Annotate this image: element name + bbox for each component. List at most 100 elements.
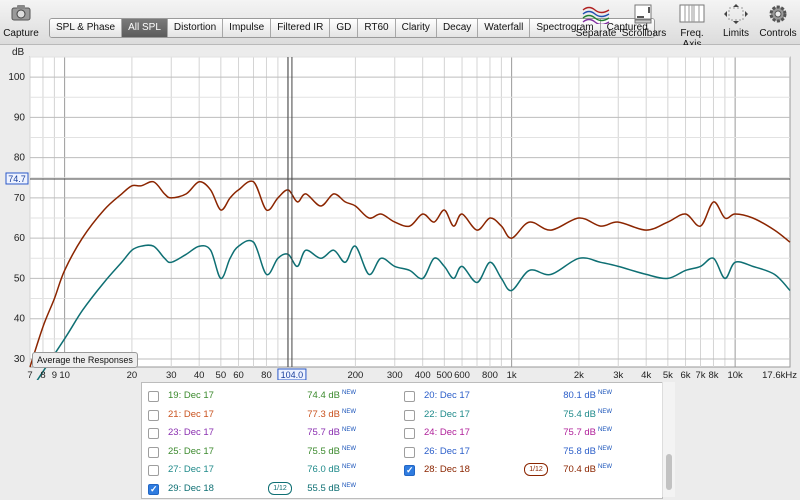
tab-impulse[interactable]: Impulse: [223, 19, 272, 37]
measurement-row[interactable]: 26: Dec 17 75.8 dB NEW: [404, 443, 654, 461]
controls-label: Controls: [759, 28, 797, 39]
x-tick-label: 600: [454, 370, 470, 380]
x-tick-label: 5k: [663, 370, 673, 380]
measurement-checkbox[interactable]: [148, 446, 159, 458]
measurement-checkbox[interactable]: [148, 391, 159, 402]
measurement-name[interactable]: 22: Dec 17: [424, 406, 470, 424]
measurement-name[interactable]: 28: Dec 18: [424, 461, 470, 479]
new-badge: NEW: [598, 427, 612, 433]
measurement-row[interactable]: 20: Dec 17 80.1 dB NEW: [404, 387, 654, 405]
x-tick-label: 200: [347, 370, 363, 380]
measurement-list-scrollbar[interactable]: [662, 382, 675, 497]
separate-icon: [574, 4, 618, 26]
y-tick-label: 70: [14, 193, 26, 204]
measurement-row[interactable]: 24: Dec 17 75.7 dB NEW: [404, 424, 654, 442]
tab-spl-phase[interactable]: SPL & Phase: [50, 19, 123, 37]
y-tick-label: 50: [14, 273, 26, 284]
x-tick-label: 60: [233, 370, 244, 380]
tab-all-spl[interactable]: All SPL: [122, 19, 168, 37]
new-badge: NEW: [598, 390, 612, 396]
cursor-x-value: 104.0: [281, 370, 304, 380]
measurement-name[interactable]: 26: Dec 17: [424, 443, 470, 461]
x-tick-label: 50: [216, 370, 227, 380]
measurement-checkbox[interactable]: [148, 465, 159, 476]
x-tick-label: 4k: [641, 370, 651, 380]
measurement-row[interactable]: 27: Dec 17 76.0 dB NEW: [148, 461, 398, 479]
separate-button[interactable]: Separate: [574, 4, 618, 39]
x-tick-label: 2k: [574, 370, 584, 380]
tab-distortion[interactable]: Distortion: [167, 19, 224, 37]
new-badge: NEW: [342, 464, 356, 470]
measurement-row[interactable]: 28: Dec 181/1270.4 dBNEW: [404, 461, 654, 479]
y-tick-label: 40: [14, 314, 26, 325]
measurement-row[interactable]: 19: Dec 17 74.4 dB NEW: [148, 387, 398, 405]
tab-clarity[interactable]: Clarity: [395, 19, 437, 37]
x-tick-label: 500: [436, 370, 452, 380]
measurement-name[interactable]: 19: Dec 17: [168, 387, 214, 405]
measurement-name[interactable]: 27: Dec 17: [168, 461, 214, 479]
tab-gd[interactable]: GD: [330, 19, 359, 37]
x-tick-label: 30: [166, 370, 177, 380]
measurement-level: 75.4 dB: [563, 408, 596, 420]
limits-icon: [718, 4, 754, 26]
tab-filtered-ir[interactable]: Filtered IR: [271, 19, 331, 37]
measurement-checkbox[interactable]: [148, 409, 159, 421]
scrollbar-thumb[interactable]: [666, 454, 672, 490]
separate-label: Separate: [575, 28, 617, 39]
spl-graph-svg: 30405060708090100 7891020304050608010020…: [0, 45, 800, 392]
measurement-row[interactable]: 25: Dec 17 75.5 dB NEW: [148, 443, 398, 461]
measurement-checkbox[interactable]: [148, 480, 159, 498]
measurement-row[interactable]: 21: Dec 17 77.3 dB NEW: [148, 406, 398, 424]
x-tick-label: 8k: [708, 370, 718, 380]
camera-icon: [3, 4, 39, 26]
y-tick-label: 100: [8, 72, 25, 83]
measurement-name[interactable]: 25: Dec 17: [168, 443, 214, 461]
measurement-name[interactable]: 24: Dec 17: [424, 424, 470, 442]
measurement-level: 70.4 dB: [563, 464, 596, 475]
measurement-checkbox[interactable]: [404, 409, 415, 421]
toolbar: Capture SPL & Phase All SPL Distortion I…: [0, 0, 800, 50]
measurement-checkbox[interactable]: [404, 461, 415, 479]
measurement-name[interactable]: 29: Dec 18: [168, 480, 214, 498]
measurement-checkbox[interactable]: [404, 428, 415, 439]
cursor-x-readout: 104.0: [277, 368, 307, 381]
x-tick-label: 20: [127, 370, 138, 380]
tab-waterfall[interactable]: Waterfall: [478, 19, 531, 37]
tab-decay[interactable]: Decay: [436, 19, 479, 37]
measurement-name[interactable]: 20: Dec 17: [424, 387, 470, 405]
x-tick-label: 1k: [507, 370, 517, 380]
measurement-checkbox[interactable]: [148, 428, 159, 439]
freq-axis-button[interactable]: Freq. Axis: [670, 4, 714, 50]
measurement-level: 80.1 dB: [563, 390, 596, 401]
y-tick-label: 80: [14, 153, 26, 164]
measurement-checkbox[interactable]: [404, 446, 415, 458]
spl-graph[interactable]: 30405060708090100 7891020304050608010020…: [0, 45, 800, 392]
scrollbars-button[interactable]: Scrollbars: [620, 4, 668, 39]
measurement-level: 55.5 dB: [307, 482, 340, 494]
measurement-row[interactable]: 23: Dec 17 75.7 dB NEW: [148, 424, 398, 442]
x-tick-label: 8: [40, 370, 45, 380]
new-badge: NEW: [342, 408, 356, 415]
y-tick-label: 30: [14, 354, 26, 365]
measurement-checkbox[interactable]: [404, 391, 415, 402]
average-responses-button[interactable]: Average the Responses: [32, 352, 138, 368]
measurement-row[interactable]: 22: Dec 17 75.4 dB NEW: [404, 406, 654, 424]
measurement-level: 75.7 dB: [307, 427, 340, 438]
y-tick-label: 90: [14, 112, 26, 123]
x-tick-label: 10: [59, 370, 70, 380]
measurement-list: 19: Dec 17 74.4 dB NEW 20: Dec 17 80.1 dB NEW…: [141, 382, 663, 499]
x-tick-label: 17.6kHz: [762, 370, 797, 380]
measurement-level: 75.5 dB: [307, 445, 340, 457]
new-badge: NEW: [598, 408, 612, 415]
capture-label: Capture: [3, 28, 39, 39]
measurement-name[interactable]: 21: Dec 17: [168, 406, 214, 424]
tab-rt60[interactable]: RT60: [358, 19, 396, 37]
x-tick-label: 80: [261, 370, 272, 380]
measurement-row[interactable]: 29: Dec 181/1255.5 dBNEW: [148, 480, 398, 498]
capture-button[interactable]: Capture: [3, 4, 39, 39]
limits-button[interactable]: Limits: [718, 4, 754, 39]
measurement-name[interactable]: 23: Dec 17: [168, 424, 214, 442]
limits-label: Limits: [722, 28, 750, 39]
scrollbars-label: Scrollbars: [621, 28, 667, 39]
controls-button[interactable]: Controls: [758, 4, 798, 39]
